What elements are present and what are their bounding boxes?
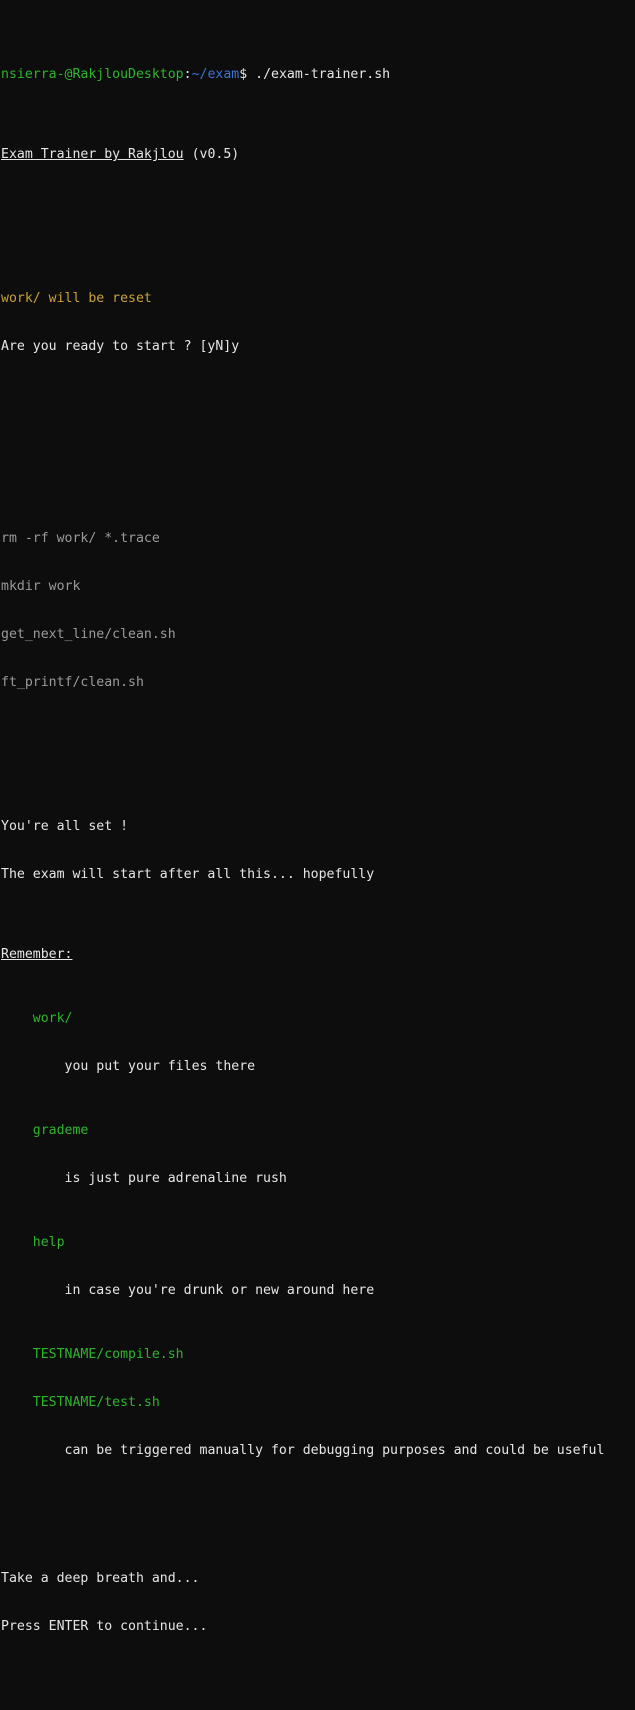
- reset-notice: work/ will be reset: [1, 291, 152, 306]
- testname-script-line: TESTNAME/test.sh: [1, 1395, 635, 1411]
- setup-command-line: rm -rf work/ *.trace: [1, 531, 635, 547]
- testname-script-line: TESTNAME/compile.sh: [1, 1347, 635, 1363]
- press-enter-text: Press ENTER to continue...: [1, 1619, 208, 1634]
- app-title: Exam Trainer by Rakjlou: [1, 147, 184, 162]
- prompt-dollar: $: [239, 67, 248, 82]
- remember-item-key: grademe: [32, 1123, 89, 1138]
- remember-item-key-line: grademe: [1, 1123, 635, 1139]
- all-set-line: You're all set !: [1, 819, 635, 835]
- terminal-window[interactable]: nsierra-@RakjlouDesktop:~/exam$ ./exam-t…: [0, 0, 635, 1634]
- exam-will-start-line: The exam will start after all this... ho…: [1, 867, 635, 883]
- prompt-path: ~/exam: [191, 67, 240, 82]
- remember-item-desc: in case you're drunk or new around here: [64, 1283, 375, 1298]
- testname-desc-line: can be triggered manually for debugging …: [1, 1443, 635, 1459]
- exam-will-start-text: The exam will start after all this... ho…: [1, 867, 375, 882]
- app-version: (v0.5): [191, 147, 240, 162]
- launch-command: ./exam-trainer.sh: [255, 67, 391, 82]
- testname-desc: can be triggered manually for debugging …: [64, 1443, 605, 1458]
- all-set-text: You're all set !: [1, 819, 129, 834]
- remember-item-desc-line: is just pure adrenaline rush: [1, 1171, 635, 1187]
- prompt-user-host: nsierra-@RakjlouDesktop: [1, 67, 184, 82]
- remember-header: Remember:: [1, 947, 73, 962]
- remember-item-desc-line: in case you're drunk or new around here: [1, 1283, 635, 1299]
- remember-header-line: Remember:: [1, 947, 635, 963]
- ready-question-line: Are you ready to start ? [yN]y: [1, 339, 635, 355]
- setup-command-line: get_next_line/clean.sh: [1, 627, 635, 643]
- press-enter-line: Press ENTER to continue...: [1, 1619, 635, 1635]
- remember-item-key-line: work/: [1, 1011, 635, 1027]
- setup-command: ft_printf/clean.sh: [1, 675, 144, 690]
- remember-item-key: work/: [32, 1011, 73, 1026]
- remember-item-key: help: [32, 1235, 65, 1250]
- deep-breath-text: Take a deep breath and...: [1, 1571, 200, 1586]
- setup-command: rm -rf work/ *.trace: [1, 531, 160, 546]
- reset-notice-line: work/ will be reset: [1, 291, 635, 307]
- prompt-colon: :: [183, 67, 192, 82]
- setup-command: mkdir work: [1, 579, 81, 594]
- testname-script: TESTNAME/compile.sh: [32, 1347, 184, 1362]
- deep-breath-line: Take a deep breath and...: [1, 1571, 635, 1587]
- setup-command-line: ft_printf/clean.sh: [1, 675, 635, 691]
- remember-item-desc: is just pure adrenaline rush: [64, 1171, 287, 1186]
- setup-command-line: mkdir work: [1, 579, 635, 595]
- testname-script: TESTNAME/test.sh: [32, 1395, 160, 1410]
- setup-command: get_next_line/clean.sh: [1, 627, 176, 642]
- remember-item-key-line: help: [1, 1235, 635, 1251]
- shell-prompt-line-top: nsierra-@RakjlouDesktop:~/exam$ ./exam-t…: [1, 67, 635, 83]
- ready-question: Are you ready to start ? [yN]y: [1, 339, 240, 354]
- app-title-line: Exam Trainer by Rakjlou (v0.5): [1, 147, 635, 163]
- remember-item-desc-line: you put your files there: [1, 1059, 635, 1075]
- remember-item-desc: you put your files there: [64, 1059, 256, 1074]
